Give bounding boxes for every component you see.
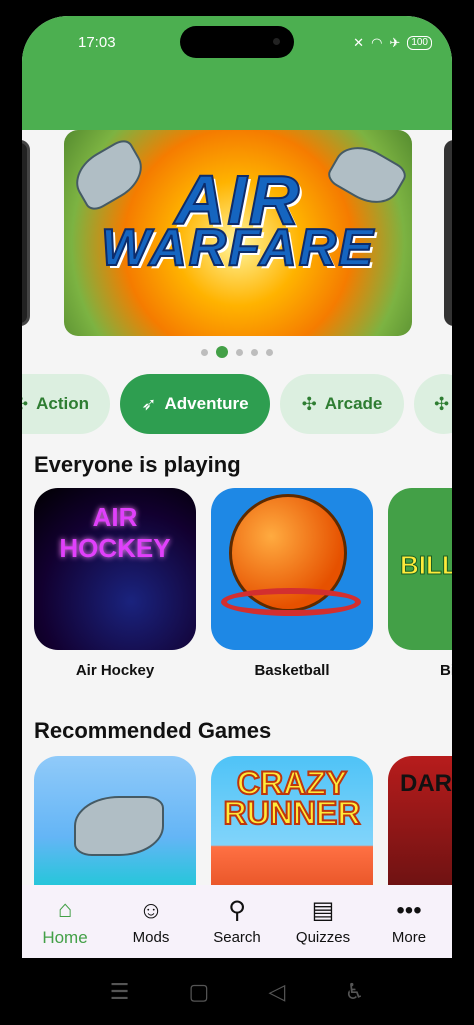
chip-label: Arcade — [324, 394, 383, 413]
nav-label: Quizzes — [295, 929, 351, 946]
nav-mods[interactable]: ☺ Mods — [108, 897, 194, 946]
camera-island — [180, 26, 294, 58]
gamepad-icon: ✣ — [22, 394, 28, 415]
game-card-basketball[interactable]: Basketball — [211, 488, 373, 679]
home-icon: ⌂ — [57, 895, 73, 923]
banner-title-line2: WARFARE — [100, 218, 375, 278]
compass-icon: ➶ — [141, 393, 157, 414]
back-icon[interactable]: ◁ — [269, 979, 286, 1005]
nav-quizzes[interactable]: ▤ Quizzes — [280, 897, 366, 946]
thumbnail-text: BILL — [400, 550, 452, 581]
top-app-bar: 17:03 ✕ ◠ ✈ 100 — [22, 16, 452, 130]
nav-search[interactable]: ⚲ Search — [194, 897, 280, 946]
search-icon: ⚲ — [228, 897, 246, 924]
battery-icon: 100 — [407, 36, 432, 50]
game-thumbnail[interactable]: CRAZY RUNNER — [211, 756, 373, 885]
bottom-navigation: ⌂ Home ☺ Mods ⚲ Search ▤ Quizzes ••• Mor… — [22, 885, 452, 958]
recents-icon[interactable]: ☰ — [110, 979, 130, 1005]
hoop-icon — [221, 588, 361, 616]
nav-label: Mods — [132, 929, 170, 946]
game-name: Basketball — [254, 662, 330, 679]
accessibility-icon[interactable]: ♿ — [345, 979, 365, 1005]
nav-label: More — [391, 929, 427, 946]
gamepad-icon: ✣ — [301, 393, 317, 414]
chip-more[interactable]: ✣ — [414, 374, 452, 434]
carousel-indicator — [22, 346, 452, 358]
app-screen: 17:03 ✕ ◠ ✈ 100 AIR WARFARE Action ➶ Adv… — [22, 16, 452, 958]
game-card-billiards[interactable]: BILL Bi — [388, 488, 452, 679]
thumbnail-text: AIR HOCKEY — [59, 502, 171, 563]
status-icons: ✕ ◠ ✈ 100 — [353, 35, 432, 51]
game-card-recommended[interactable] — [34, 756, 196, 885]
status-time: 17:03 — [78, 34, 116, 51]
game-name: Bi — [440, 662, 452, 679]
vibrate-icon: ✕ — [353, 35, 365, 50]
jet-icon — [74, 796, 164, 856]
chip-adventure[interactable]: ➶ Adventure — [120, 374, 270, 434]
game-card-crazy-runner[interactable]: CRAZY RUNNER — [211, 756, 373, 885]
carousel-dot-active[interactable] — [216, 346, 228, 358]
chip-arcade[interactable]: ✣ Arcade — [280, 374, 404, 434]
thumbnail-text: DAR — [400, 770, 452, 797]
game-card-dark[interactable]: DAR — [388, 756, 452, 885]
quiz-icon: ▤ — [311, 897, 335, 924]
banner-prev-peek[interactable] — [22, 140, 30, 326]
game-thumbnail[interactable]: DAR — [388, 756, 452, 885]
chip-action[interactable]: ✣ Action — [22, 374, 110, 434]
gamepad-icon: ✣ — [434, 393, 450, 414]
carousel-dot[interactable] — [251, 348, 258, 356]
game-card-air-hockey[interactable]: AIR HOCKEY Air Hockey — [34, 488, 196, 679]
smiley-icon: ☺ — [138, 897, 164, 924]
category-chips: ✣ Action ➶ Adventure ✣ Arcade ✣ — [22, 374, 452, 434]
carousel-dot[interactable] — [201, 348, 208, 356]
game-thumbnail[interactable]: AIR HOCKEY — [34, 488, 196, 650]
nav-label: Home — [42, 927, 88, 947]
camera-dot — [273, 38, 280, 45]
main-content[interactable]: AIR WARFARE ✣ Action ➶ Adventure ✣ Arca — [22, 130, 452, 885]
game-thumbnail[interactable]: BILL — [388, 488, 452, 650]
game-thumbnail[interactable] — [34, 756, 196, 885]
game-thumbnail[interactable] — [211, 488, 373, 650]
section-title-everyone-playing: Everyone is playing — [34, 452, 241, 477]
carousel-dot[interactable] — [266, 348, 273, 356]
banner-next-peek[interactable] — [444, 140, 452, 326]
system-navigation: ☰ ▢ ◁ ♿ — [0, 958, 474, 1025]
chip-label: Action — [36, 394, 89, 413]
more-icon: ••• — [396, 897, 422, 924]
nav-more[interactable]: ••• More — [366, 897, 452, 946]
home-button-icon[interactable]: ▢ — [189, 979, 210, 1005]
game-name: Air Hockey — [75, 662, 155, 679]
chip-label: Adventure — [164, 394, 249, 413]
banner-air-warfare[interactable]: AIR WARFARE — [64, 130, 412, 336]
nav-home[interactable]: ⌂ Home — [22, 896, 108, 948]
wifi-icon: ◠ — [371, 35, 383, 50]
banner-carousel[interactable]: AIR WARFARE — [22, 130, 452, 340]
airplane-icon: ✈ — [389, 35, 401, 50]
section-title-recommended: Recommended Games — [34, 718, 272, 743]
recommended-row[interactable]: CRAZY RUNNER DAR — [34, 756, 452, 885]
everyone-playing-row[interactable]: AIR HOCKEY Air Hockey Basketball BILL Bi — [34, 488, 452, 679]
nav-label: Search — [213, 929, 261, 946]
thumbnail-text: CRAZY RUNNER — [223, 765, 362, 831]
carousel-dot[interactable] — [236, 348, 243, 356]
